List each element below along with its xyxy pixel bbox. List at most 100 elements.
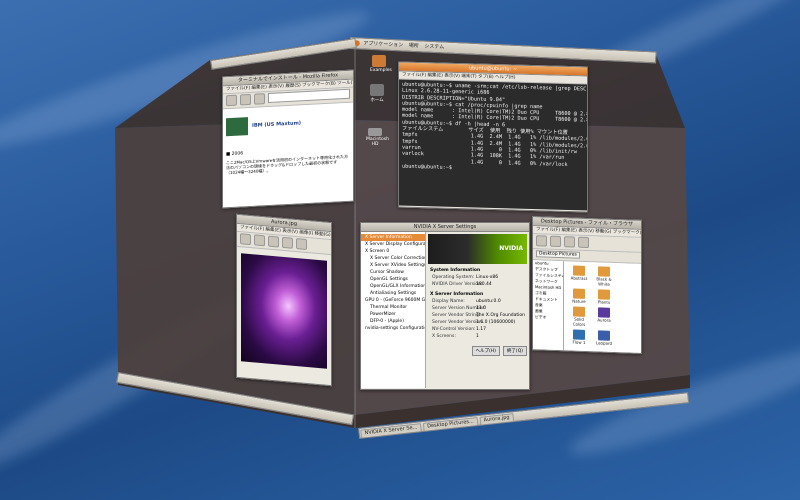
info-value: 1	[476, 334, 479, 339]
folder-item[interactable]: Black & White	[593, 266, 615, 287]
nvidia-titlebar[interactable]: NVIDIA X Server Settings	[361, 223, 529, 232]
forward-icon[interactable]	[550, 235, 561, 248]
image-thumbnail-icon	[573, 329, 585, 340]
nvidia-settings-window[interactable]: NVIDIA X Server Settings X Server Inform…	[360, 222, 530, 390]
nvidia-tree-item[interactable]: X Screen 0	[361, 248, 425, 255]
folder-item[interactable]: Nature	[568, 288, 590, 304]
menu-places[interactable]: 場所	[409, 43, 419, 49]
folder-grid: Abstract Black & White Nature Plants Solid C…	[564, 261, 641, 354]
nvidia-tree-item[interactable]: DFP-0 - (Apple)	[361, 318, 425, 325]
folder-label: Aurora	[597, 317, 611, 323]
info-row: NV-Control Version: 1.17	[428, 326, 527, 333]
info-row: Operating System: Linux-x86	[428, 274, 527, 281]
folder-item[interactable]: Solid Colors	[568, 306, 590, 327]
nvidia-tree-item[interactable]: X Server Display Configuration	[361, 241, 425, 248]
places-item[interactable]: ビデオ	[533, 314, 563, 321]
info-row: Server Vendor String: The X.Org Foundatio…	[428, 312, 527, 319]
firefox-window[interactable]: ターミナルでインストール - Mozilla Firefox ファイル(F) 編…	[222, 69, 354, 209]
info-value: 180.44	[476, 282, 492, 287]
ibm-logo-icon	[226, 117, 248, 137]
folder-label: Solid Colors	[572, 316, 586, 327]
folder-label: Leopard	[595, 340, 613, 346]
next-icon[interactable]	[254, 234, 265, 247]
info-value: The X.Org Foundation	[476, 313, 526, 318]
info-value: ubuntu:0.0	[476, 299, 501, 304]
help-button[interactable]: ヘルプ(H)	[471, 346, 500, 356]
nvidia-logo: NVIDIA	[499, 245, 523, 252]
ibm-brand: IBM (US Maxtum)	[252, 120, 302, 129]
nvidia-tree-item[interactable]: X Server XVideo Settings	[361, 262, 425, 269]
nvidia-tree-item[interactable]: Antialiasing Settings	[361, 290, 425, 297]
nvidia-tree-item[interactable]: Cursor Shadow	[361, 269, 425, 276]
folder-item[interactable]: Aurora	[593, 307, 615, 328]
desktop-icon-home[interactable]: ホーム	[368, 84, 386, 103]
examples-icon	[372, 55, 386, 67]
info-key: NV-Control Version:	[432, 327, 476, 332]
nvidia-banner: NVIDIA	[428, 234, 527, 264]
info-row: Display Name: ubuntu:0.0	[428, 298, 527, 305]
folder-icon	[573, 288, 585, 299]
folder-icon	[598, 266, 610, 277]
info-key: Server Vendor String:	[432, 313, 481, 318]
nvidia-tree-item[interactable]: PowerMizer	[361, 311, 425, 318]
desktop-icon-examples[interactable]: Examples	[370, 55, 392, 73]
xserver-info-list: Display Name: ubuntu:0.0 Server Version Nu…	[428, 298, 527, 340]
zoom-in-icon[interactable]	[268, 235, 279, 248]
info-row: Server Vendor Version: 1.6.0 (10600000)	[428, 319, 527, 326]
reload-icon[interactable]	[254, 93, 265, 105]
nvidia-tree-item[interactable]: OpenGL Settings	[361, 276, 425, 283]
folder-label: Black & White	[596, 276, 612, 287]
home-icon[interactable]	[578, 236, 589, 249]
folder-label: Abstract	[570, 275, 588, 282]
folder-item[interactable]: Abstract	[568, 265, 590, 286]
info-key: Operating System:	[432, 275, 475, 280]
location-button[interactable]: Desktop Pictures	[536, 250, 580, 259]
nvidia-tree[interactable]: X Server Information X Server Display Con…	[361, 232, 426, 388]
menu-applications[interactable]: アプリケーション	[363, 41, 403, 49]
prev-icon[interactable]	[240, 233, 251, 246]
url-bar[interactable]	[268, 88, 350, 104]
info-row: NVIDIA Driver Version: 180.44	[428, 281, 527, 288]
info-key: Server Version Number:	[432, 306, 486, 311]
info-key: Server Vendor Version:	[432, 320, 484, 325]
folder-item[interactable]: Flow 1	[568, 329, 590, 345]
folder-item[interactable]: Plants	[593, 289, 615, 305]
image-thumbnail-icon	[598, 330, 610, 341]
folder-label: Nature	[572, 298, 586, 304]
nvidia-tree-item[interactable]: Thermal Monitor	[361, 304, 425, 311]
nvidia-tree-item[interactable]: GPU 0 - (GeForce 9600M GT)	[361, 297, 425, 304]
back-icon[interactable]	[226, 94, 237, 107]
info-key: X Screens:	[432, 334, 456, 339]
info-value: 1.17	[476, 327, 487, 332]
quit-button[interactable]: 終了(Q)	[502, 346, 527, 356]
rotate-icon[interactable]	[296, 238, 307, 251]
info-row: X Screens: 1	[428, 333, 527, 340]
info-row: Server Version Number: 11.0	[428, 305, 527, 312]
hard-drive-icon	[368, 128, 382, 136]
folder-icon	[573, 306, 585, 317]
system-info-list: Operating System: Linux-x86 NVIDIA Driver …	[428, 274, 527, 288]
info-value: Linux-x86	[476, 275, 499, 280]
terminal-output[interactable]: ubuntu@ubuntu:~$ uname -srm;cat /etc/lsb…	[399, 79, 588, 211]
folder-icon	[573, 265, 585, 276]
desktop-icon-macintosh-hd[interactable]: Macintosh HD	[366, 128, 389, 147]
info-key: Display Name:	[432, 299, 465, 304]
nvidia-tree-item[interactable]: X Server Information	[361, 234, 425, 241]
file-browser-window[interactable]: Desktop Pictures - ファイル・ブラウザ ファイル(F) 編集(…	[532, 216, 642, 354]
folder-item[interactable]: Leopard	[593, 330, 615, 346]
terminal-window[interactable]: ubuntu@ubuntu: ~ ファイル(F) 編集(E) 表示(V) 端末(…	[398, 61, 588, 213]
forward-icon[interactable]	[240, 93, 251, 106]
back-icon[interactable]	[536, 235, 547, 247]
nvidia-tree-item[interactable]: OpenGL/GLX Information	[361, 283, 425, 290]
menu-system[interactable]: システム	[424, 44, 444, 51]
system-info-heading: System Information	[430, 268, 481, 273]
aurora-image	[241, 253, 327, 369]
zoom-out-icon[interactable]	[282, 236, 293, 249]
places-sidebar[interactable]: ubuntu デスクトップ ファイルシステム ネットワーク Macintosh HD ゴミ…	[533, 260, 564, 354]
up-icon[interactable]	[564, 236, 575, 248]
image-viewer-window[interactable]: Aurora.jpg ファイル(F) 編集(E) 表示(V) 画像(I) 移動(…	[236, 213, 332, 387]
nvidia-tree-item[interactable]: X Server Color Correction	[361, 255, 425, 262]
folder-label: Flow 1	[572, 339, 586, 345]
nvidia-tree-item[interactable]: nvidia-settings Configuration	[361, 325, 425, 332]
info-key: NVIDIA Driver Version:	[432, 282, 483, 287]
